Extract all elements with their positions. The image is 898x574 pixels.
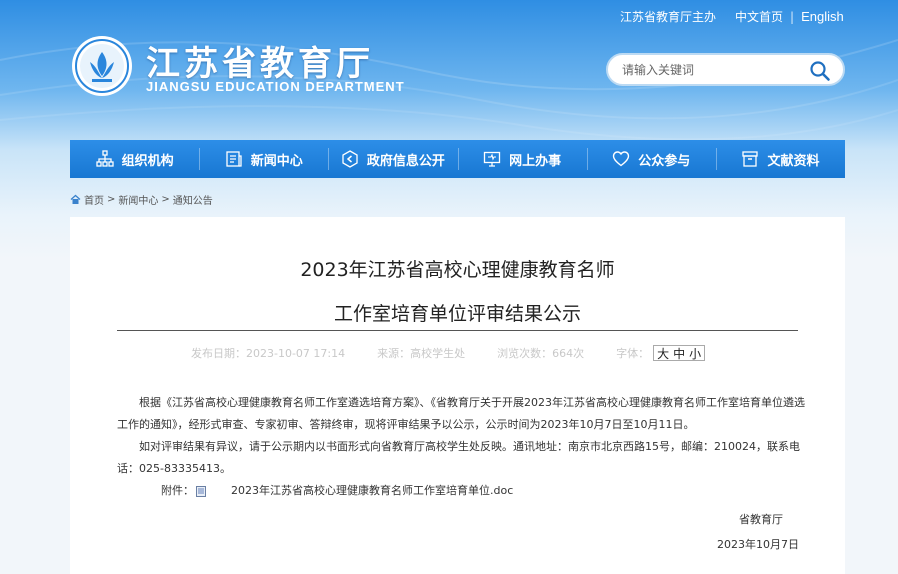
news-icon [226, 151, 242, 167]
view-count: 浏览次数：664次 [497, 347, 585, 360]
main-nav: 组织机构 新闻中心 政府信息公开 网上办事 公众参与 文献资料 [70, 140, 845, 178]
breadcrumb-separator: > [161, 194, 170, 205]
nav-item-public-participation[interactable]: 公众参与 [586, 140, 716, 178]
department-logo[interactable] [70, 34, 134, 98]
font-medium-button[interactable]: 中 [673, 345, 685, 362]
brand-title-en: JIANGSU EDUCATION DEPARTMENT [146, 79, 405, 94]
nav-item-documents[interactable]: 文献资料 [715, 140, 845, 178]
nav-label: 组织机构 [121, 153, 174, 169]
breadcrumb-notices[interactable]: 通知公告 [173, 192, 213, 207]
article-meta: 发布日期：2023-10-07 17:14 来源：高校学生处 浏览次数：664次… [191, 345, 706, 362]
title-divider [117, 330, 798, 331]
home-icon [70, 194, 81, 204]
nav-label: 网上办事 [509, 153, 562, 169]
breadcrumb: 首页 > 新闻中心 > 通知公告 [70, 192, 213, 207]
language-switch: 中文首页 | English [735, 8, 844, 25]
signature-org: 省教育厅 [739, 513, 783, 526]
host-label: 江苏省教育厅主办 [620, 10, 717, 24]
signature-date: 2023年10月7日 [717, 538, 799, 551]
breadcrumb-news[interactable]: 新闻中心 [118, 192, 158, 207]
article-body: 根据《江苏省高校心理健康教育名师工作室遴选培育方案》、《省教育厅关于开展2023… [117, 392, 807, 502]
org-chart-icon [95, 150, 114, 167]
info-disclosure-icon [342, 150, 358, 168]
font-size-label: 字体： [616, 347, 650, 360]
breadcrumb-home[interactable]: 首页 [84, 192, 104, 207]
nav-label: 政府信息公开 [366, 153, 445, 169]
font-large-button[interactable]: 大 [657, 345, 669, 362]
archive-icon [742, 151, 759, 167]
nav-item-online-services[interactable]: 网上办事 [457, 140, 587, 178]
attachment-link[interactable]: 2023年江苏省高校心理健康教育名师工作室培育单位.doc [209, 480, 513, 502]
attachment-label: 附件： [161, 484, 194, 497]
document-icon [196, 485, 206, 497]
article-source: 来源：高校学生处 [377, 347, 466, 360]
chinese-home-link[interactable]: 中文首页 [735, 8, 783, 25]
nav-item-organization[interactable]: 组织机构 [70, 140, 199, 178]
article-panel: 2023年江苏省高校心理健康教育名师 工作室培育单位评审结果公示 发布日期：20… [70, 217, 845, 574]
nav-label: 公众参与 [638, 153, 691, 169]
breadcrumb-separator: > [107, 194, 116, 205]
lang-separator: | [790, 9, 795, 24]
search-icon[interactable] [809, 60, 831, 82]
paragraph: 如对评审结果有异议，请于公示期内以书面形式向省教育厅高校学生处反映。通讯地址：南… [117, 440, 800, 475]
english-link[interactable]: English [801, 9, 844, 24]
article-title-line1: 2023年江苏省高校心理健康教育名师 [300, 259, 615, 281]
search-box [606, 53, 845, 86]
monitor-icon [483, 151, 501, 167]
nav-label: 新闻中心 [250, 153, 303, 169]
brand-title-cn: 江苏省教育厅 [146, 44, 374, 84]
attachment-row: 附件： 2023年江苏省高校心理健康教育名师工作室培育单位.doc [117, 480, 807, 502]
font-small-button[interactable]: 小 [689, 345, 701, 362]
article-title-line2: 工作室培育单位评审结果公示 [333, 303, 581, 325]
font-size-switch: 大 中 小 [653, 345, 706, 362]
search-input[interactable] [622, 62, 802, 77]
nav-item-news[interactable]: 新闻中心 [199, 140, 328, 178]
nav-item-info-disclosure[interactable]: 政府信息公开 [328, 140, 457, 178]
heart-icon [613, 151, 630, 167]
nav-label: 文献资料 [767, 153, 820, 169]
publish-date: 发布日期：2023-10-07 17:14 [191, 347, 346, 360]
paragraph: 根据《江苏省高校心理健康教育名师工作室遴选培育方案》、《省教育厅关于开展2023… [117, 396, 805, 431]
